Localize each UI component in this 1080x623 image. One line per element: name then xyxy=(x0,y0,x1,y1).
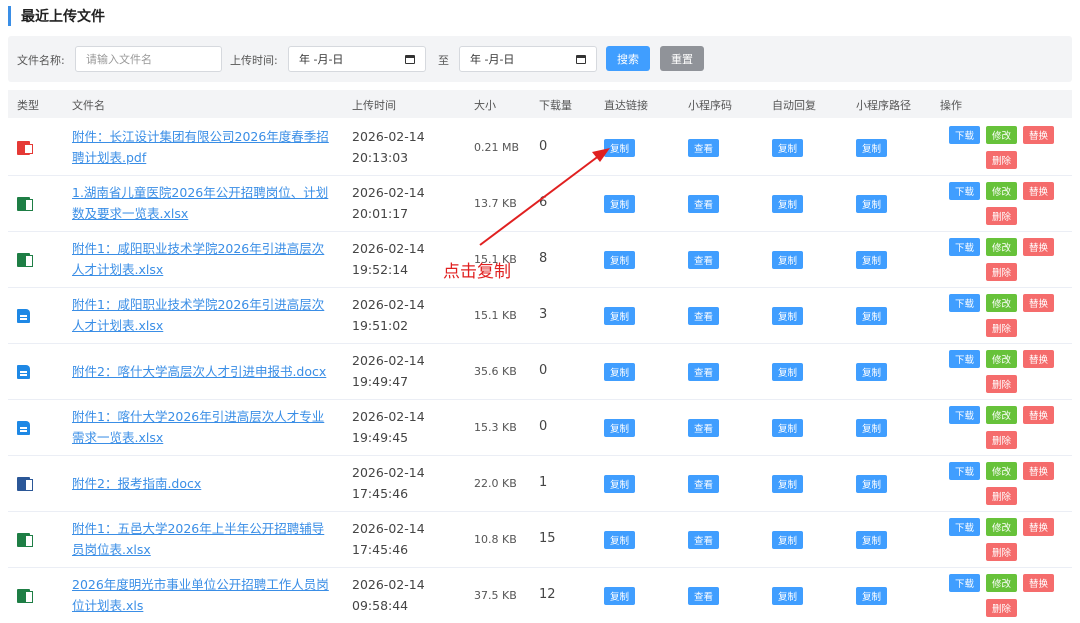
annotation-arrow xyxy=(479,148,610,246)
arrow-line xyxy=(479,154,601,246)
annotation-text: 点击复制 xyxy=(443,262,511,282)
